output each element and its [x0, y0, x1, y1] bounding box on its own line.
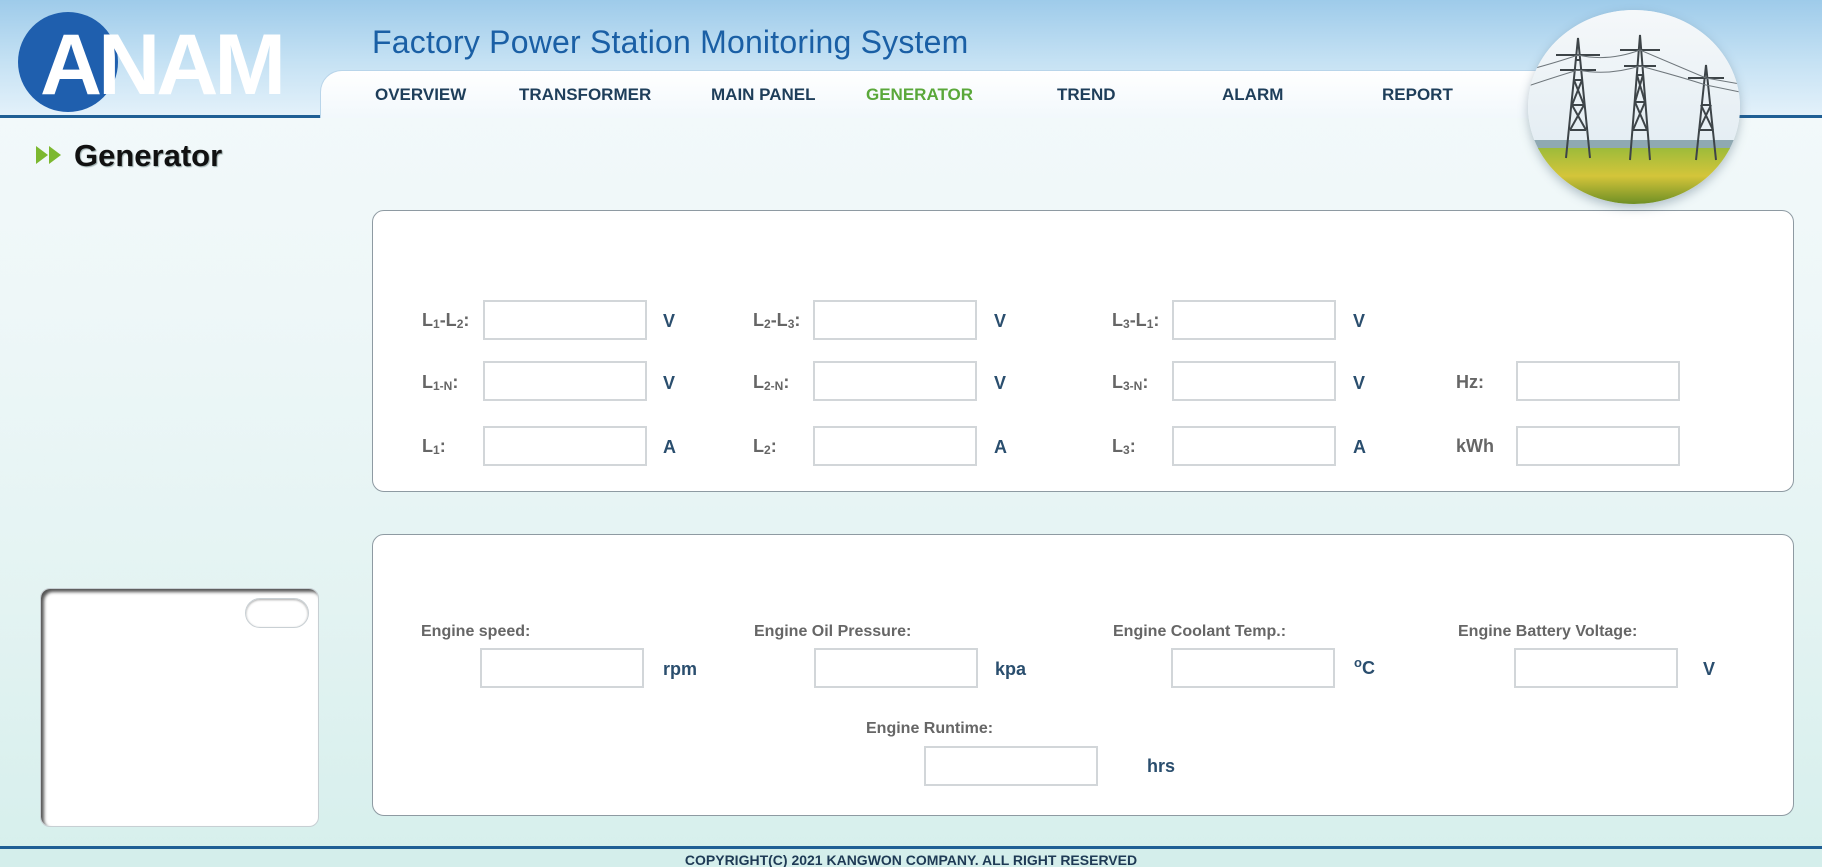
label-l2-l3: L2-L3:: [753, 310, 801, 331]
nav-item-transformer[interactable]: TRANSFORMER: [519, 85, 651, 105]
l3-l1-voltage-field[interactable]: [1172, 300, 1336, 340]
engine-oil-pressure-unit: kpa: [995, 659, 1027, 679]
double-arrow-icon: [36, 146, 61, 164]
engine-battery-voltage-field[interactable]: [1514, 648, 1678, 688]
engine-runtime-label: Engine Runtime:: [866, 720, 994, 737]
power-tower-image: [1528, 10, 1740, 204]
l1-n-voltage-field[interactable]: [483, 361, 647, 401]
anam-logo: ANAM: [18, 12, 286, 112]
l3-current-field[interactable]: [1172, 426, 1336, 466]
engine-runtime-unit: hrs: [1147, 756, 1176, 776]
nav-item-report[interactable]: REPORT: [1382, 85, 1453, 105]
energy-kwh-field[interactable]: [1516, 426, 1680, 466]
engine-battery-voltage-label: Engine Battery Voltage:: [1458, 623, 1638, 640]
app-title: Factory Power Station Monitoring System: [372, 24, 969, 60]
label-l3-n: L3-N:: [1112, 372, 1149, 393]
page-title: Generator: [74, 138, 223, 173]
l2-current-field[interactable]: [813, 426, 977, 466]
label-l3-l1: L3-L1:: [1112, 310, 1160, 331]
engine-speed-label: Engine speed:: [421, 623, 531, 640]
nav-item-trend[interactable]: TREND: [1057, 85, 1116, 105]
nav-item-overview[interactable]: OVERVIEW: [375, 85, 466, 105]
l2-l3-voltage-field[interactable]: [813, 300, 977, 340]
unit-l2-l3: V: [994, 311, 1007, 331]
label-l2-n: L2-N:: [753, 372, 790, 393]
unit-l1-current: A: [663, 437, 676, 457]
unit-l3-n: V: [1353, 373, 1366, 393]
label-hz: Hz:: [1456, 372, 1484, 392]
engine-runtime-field[interactable]: [924, 746, 1098, 786]
engine-coolant-temp-label: Engine Coolant Temp.:: [1113, 623, 1287, 640]
l1-l2-voltage-field[interactable]: [483, 300, 647, 340]
engine-oil-pressure-label: Engine Oil Pressure:: [754, 623, 912, 640]
nav-item-generator[interactable]: GENERATOR: [866, 85, 973, 105]
copyright-text: COPYRIGHT(C) 2021 KANGWON COMPANY. ALL R…: [684, 852, 1138, 867]
engine-speed-unit: rpm: [663, 659, 698, 679]
label-kwh: kWh: [1456, 436, 1494, 456]
frequency-field[interactable]: [1516, 361, 1680, 401]
power-tower-icon: [1528, 10, 1740, 204]
nav-item-alarm[interactable]: ALARM: [1222, 85, 1283, 105]
label-l2-current: L2:: [753, 436, 777, 457]
unit-l1-l2: V: [663, 311, 676, 331]
l2-n-voltage-field[interactable]: [813, 361, 977, 401]
electrical-readings-panel: L1-L2: V L2-L3: V L3-L1: V L1-N: V L2-N:…: [372, 210, 1794, 492]
label-l1-current: L1:: [422, 436, 446, 457]
main-nav: OVERVIEW TRANSFORMER MAIN PANEL GENERATO…: [320, 70, 1620, 118]
footer: COPYRIGHT(C) 2021 KANGWON COMPANY. ALL R…: [0, 846, 1822, 867]
l3-n-voltage-field[interactable]: [1172, 361, 1336, 401]
unit-l3-current: A: [1353, 437, 1366, 457]
unit-l2-current: A: [994, 437, 1007, 457]
engine-coolant-temp-field[interactable]: [1171, 648, 1335, 688]
label-l1-n: L1-N:: [422, 372, 459, 393]
degree-symbol: o: [1354, 655, 1362, 670]
l1-current-field[interactable]: [483, 426, 647, 466]
engine-readings-panel: Engine speed: rpm Engine Oil Pressure: k…: [372, 534, 1794, 816]
unit-l1-n: V: [663, 373, 676, 393]
logo-text: ANAM: [40, 17, 282, 112]
unit-l3-l1: V: [1353, 311, 1366, 331]
celsius-letter: C: [1361, 658, 1375, 678]
nav-item-main-panel[interactable]: MAIN PANEL: [711, 85, 816, 105]
label-l3-current: L3:: [1112, 436, 1136, 457]
engine-speed-field[interactable]: [480, 648, 644, 688]
label-l1-l2: L1-L2:: [422, 310, 470, 331]
engine-battery-voltage-unit: V: [1703, 659, 1716, 679]
side-panel-toggle[interactable]: [245, 598, 309, 628]
engine-coolant-temp-unit: oC: [1354, 655, 1375, 679]
unit-l2-n: V: [994, 373, 1007, 393]
engine-oil-pressure-field[interactable]: [814, 648, 978, 688]
